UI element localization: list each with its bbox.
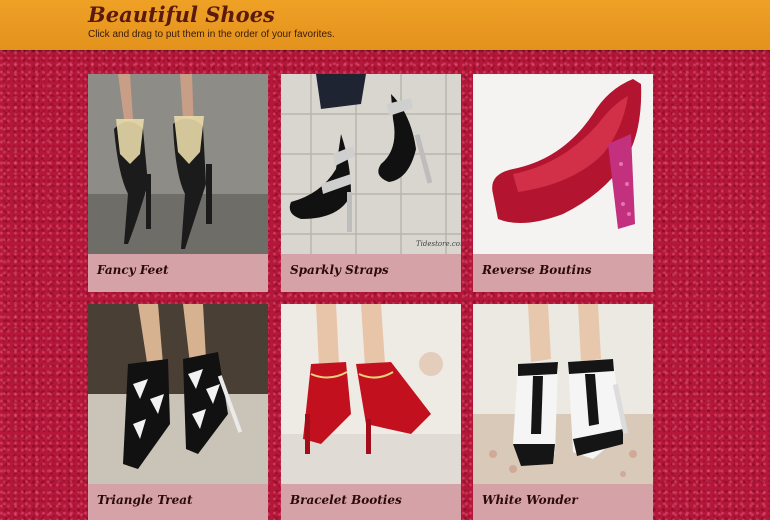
header-bar: Beautiful Shoes Click and drag to put th… (0, 0, 770, 50)
shoe-card-bracelet-booties[interactable]: Bracelet Booties (281, 304, 461, 520)
black-white-triangle-heels-photo (88, 304, 268, 484)
black-white-tstrap-heels-photo (473, 304, 653, 484)
shoe-card-sparkly-straps[interactable]: Tidestore.com Sparkly Straps (281, 74, 461, 292)
black-heels-sparkly-straps-photo: Tidestore.com (281, 74, 461, 254)
photo-watermark: Tidestore.com (416, 240, 461, 248)
shoe-card-label: Triangle Treat (88, 484, 268, 520)
shoe-card-label: Bracelet Booties (281, 484, 461, 520)
shoe-card-white-wonder[interactable]: White Wonder (473, 304, 653, 520)
shoe-grid: Fancy Feet Tidestore.com (88, 74, 654, 520)
shoe-card-label: Sparkly Straps (281, 254, 461, 292)
shoe-card-label: White Wonder (473, 484, 653, 520)
shoe-card-label: Fancy Feet (88, 254, 268, 292)
page-title: Beautiful Shoes (88, 2, 275, 27)
shoe-card-label: Reverse Boutins (473, 254, 653, 292)
black-heels-jeweled-ankle-photo (88, 74, 268, 254)
red-platform-pump-photo (473, 74, 653, 254)
shoe-card-triangle-treat[interactable]: Triangle Treat (88, 304, 268, 520)
page-instructions: Click and drag to put them in the order … (88, 29, 335, 40)
red-ankle-booties-photo (281, 304, 461, 484)
shoe-card-fancy-feet[interactable]: Fancy Feet (88, 74, 268, 292)
shoe-card-reverse-boutins[interactable]: Reverse Boutins (473, 74, 653, 292)
